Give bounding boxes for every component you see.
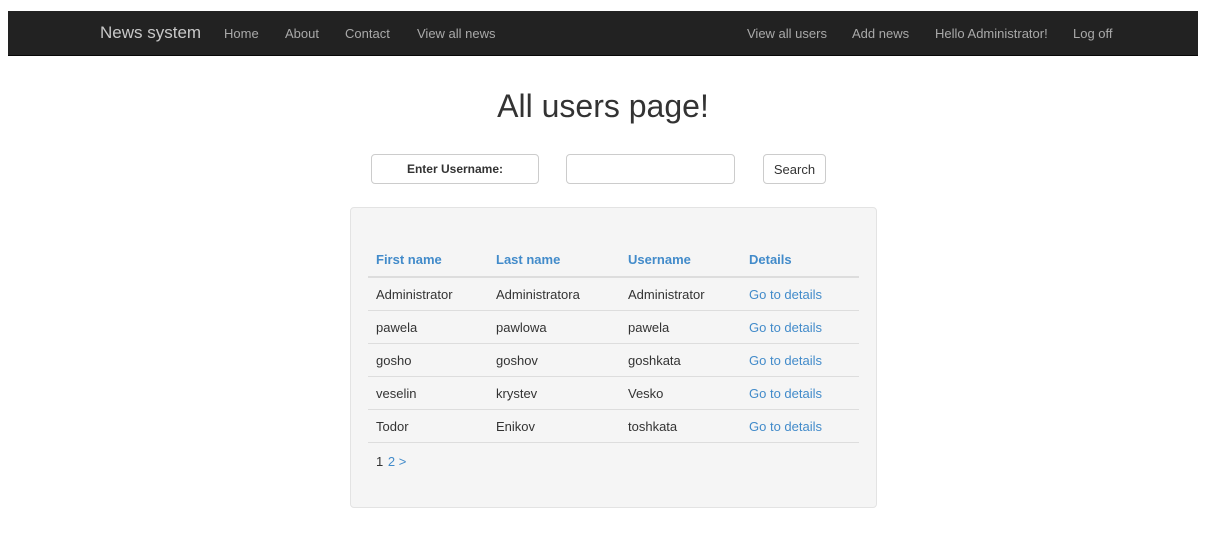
pagination: 1 2 > <box>376 454 406 469</box>
page-2-link[interactable]: 2 <box>388 454 395 469</box>
cell-username: toshkata <box>620 409 741 443</box>
users-table: First name Last name Username Details Ad… <box>368 242 859 443</box>
table-row: Todor Enikov toshkata Go to details <box>368 409 859 443</box>
cell-username: pawela <box>620 310 741 344</box>
users-panel: First name Last name Username Details Ad… <box>350 207 877 508</box>
header-username[interactable]: Username <box>620 242 741 278</box>
nav-log-off-link[interactable]: Log off <box>1073 26 1113 41</box>
go-to-details-link[interactable]: Go to details <box>749 287 822 302</box>
page-current: 1 <box>376 454 384 469</box>
header-last-name[interactable]: Last name <box>488 242 620 278</box>
header-first-name[interactable]: First name <box>368 242 488 278</box>
next-page-link[interactable]: > <box>399 454 407 469</box>
top-navbar: News system Home About Contact View all … <box>8 11 1198 56</box>
nav-add-news-link[interactable]: Add news <box>852 26 909 41</box>
cell-last-name: krystev <box>488 376 620 410</box>
table-header-row: First name Last name Username Details <box>368 242 859 278</box>
search-button[interactable]: Search <box>763 154 826 184</box>
cell-last-name: pawlowa <box>488 310 620 344</box>
header-details[interactable]: Details <box>741 242 859 278</box>
username-search-input[interactable] <box>566 154 735 184</box>
cell-first-name: pawela <box>368 310 488 344</box>
cell-details: Go to details <box>741 310 859 344</box>
nav-view-all-news-link[interactable]: View all news <box>417 26 496 41</box>
nav-contact-link[interactable]: Contact <box>345 26 390 41</box>
username-label: Enter Username: <box>371 154 539 184</box>
cell-username: goshkata <box>620 343 741 377</box>
cell-first-name: veselin <box>368 376 488 410</box>
table-row: gosho goshov goshkata Go to details <box>368 343 859 377</box>
table-row: Administrator Administratora Administrat… <box>368 277 859 311</box>
nav-hello-user-link[interactable]: Hello Administrator! <box>935 26 1048 41</box>
cell-first-name: Todor <box>368 409 488 443</box>
cell-details: Go to details <box>741 343 859 377</box>
brand-link[interactable]: News system <box>100 23 201 43</box>
cell-first-name: Administrator <box>368 277 488 311</box>
table-row: pawela pawlowa pawela Go to details <box>368 310 859 344</box>
cell-details: Go to details <box>741 376 859 410</box>
go-to-details-link[interactable]: Go to details <box>749 419 822 434</box>
cell-username: Administrator <box>620 277 741 311</box>
nav-home-link[interactable]: Home <box>224 26 259 41</box>
nav-about-link[interactable]: About <box>285 26 319 41</box>
go-to-details-link[interactable]: Go to details <box>749 320 822 335</box>
go-to-details-link[interactable]: Go to details <box>749 386 822 401</box>
cell-details: Go to details <box>741 409 859 443</box>
cell-last-name: Administratora <box>488 277 620 311</box>
cell-last-name: Enikov <box>488 409 620 443</box>
page-title: All users page! <box>497 88 709 124</box>
cell-first-name: gosho <box>368 343 488 377</box>
nav-view-all-users-link[interactable]: View all users <box>747 26 827 41</box>
cell-username: Vesko <box>620 376 741 410</box>
cell-details: Go to details <box>741 277 859 311</box>
go-to-details-link[interactable]: Go to details <box>749 353 822 368</box>
cell-last-name: goshov <box>488 343 620 377</box>
table-row: veselin krystev Vesko Go to details <box>368 376 859 410</box>
